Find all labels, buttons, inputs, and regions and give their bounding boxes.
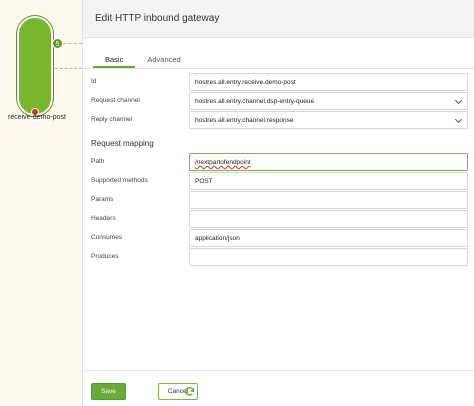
path-label: Path — [91, 158, 105, 165]
reply-channel-label: Reply channel — [91, 116, 133, 123]
row-params: Params — [83, 191, 474, 209]
request-channel-select[interactable]: hostres.all.entry.channel.dsp-entry-queu… — [189, 92, 468, 110]
produces-input[interactable] — [189, 248, 468, 266]
params-label: Params — [91, 196, 114, 203]
request-channel-value: hostres.all.entry.channel.dsp-entry-queu… — [195, 98, 315, 105]
refresh-icon[interactable] — [184, 386, 195, 397]
path-input[interactable]: /nextpartofendpoint — [189, 153, 468, 171]
id-label: Id — [91, 78, 97, 85]
consumes-input[interactable]: application/json — [189, 229, 468, 247]
save-button[interactable]: Save — [91, 383, 126, 400]
request-channel-label: Request channel — [91, 97, 140, 104]
dialog-header: Edit HTTP inbound gateway — [83, 0, 474, 38]
params-input[interactable] — [189, 191, 468, 209]
supported-methods-label: Supported methods — [91, 177, 148, 184]
row-id: Id hostres.all.entry.receive.demo-post — [83, 73, 474, 91]
row-request-channel: Request channel hostres.all.entry.channe… — [83, 92, 474, 110]
row-headers: Headers — [83, 210, 474, 228]
path-value: /nextpartofendpoint — [195, 159, 251, 166]
row-consumes: Consumes application/json — [83, 229, 474, 247]
row-supported-methods: Supported methods POST — [83, 172, 474, 190]
reply-channel-select[interactable]: hostres.all.entry.channel.response — [189, 111, 468, 129]
headers-label: Headers — [91, 215, 116, 222]
reply-channel-value: hostres.all.entry.channel.response — [195, 117, 294, 124]
chevron-down-icon[interactable] — [454, 96, 463, 105]
row-reply-channel: Reply channel hostres.all.entry.channel.… — [83, 111, 474, 129]
headers-input[interactable] — [189, 210, 468, 228]
tab-basic[interactable]: Basic — [93, 46, 136, 68]
edit-gateway-dialog: Edit HTTP inbound gateway Basic Advanced… — [82, 0, 474, 406]
supported-methods-input[interactable]: POST — [189, 172, 468, 190]
tab-advanced[interactable]: Advanced — [135, 46, 192, 68]
connector-line — [63, 43, 82, 44]
dialog-title: Edit HTTP inbound gateway — [95, 13, 220, 24]
tab-bar: Basic Advanced — [83, 38, 474, 69]
produces-label: Produces — [91, 253, 119, 260]
node-badge[interactable]: 5 — [52, 38, 63, 49]
dialog-footer: Save Cancel — [83, 370, 474, 406]
connector-line — [55, 68, 82, 69]
section-request-mapping: Request mapping — [91, 139, 154, 148]
row-produces: Produces — [83, 248, 474, 266]
row-path: Path /nextpartofendpoint — [83, 153, 474, 171]
http-inbound-gateway-node[interactable] — [17, 16, 53, 116]
node-label: receive-demo-post — [8, 114, 66, 121]
id-input[interactable]: hostres.all.entry.receive.demo-post — [189, 73, 468, 91]
chevron-down-icon[interactable] — [454, 115, 463, 124]
consumes-label: Consumes — [91, 234, 123, 241]
flow-canvas[interactable]: 5 receive-demo-post — [0, 0, 82, 406]
